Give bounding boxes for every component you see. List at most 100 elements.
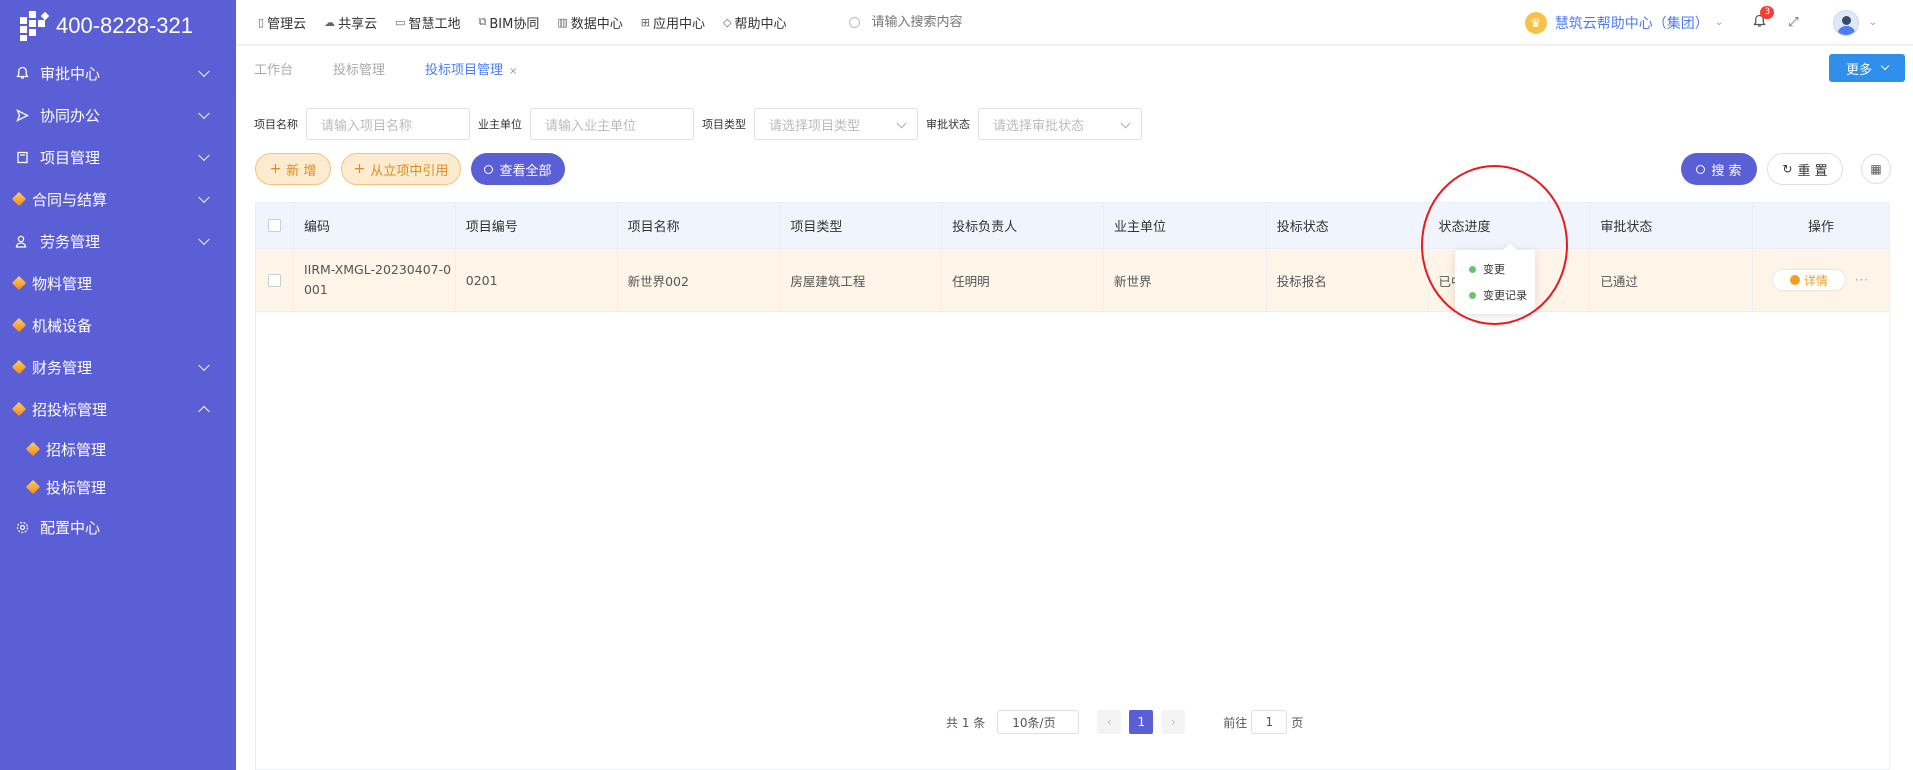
page-number-current[interactable]: 1 [1129,710,1154,734]
col-bid-status: 投标状态 [1267,203,1429,248]
gem-icon [11,275,27,291]
fullscreen-icon[interactable]: ⤢ [1788,15,1798,30]
topnav-app-center[interactable]: ⊞ 应用中心 [641,13,705,32]
goto-label: 前往 [1223,715,1248,730]
plus-icon: + [353,161,366,177]
notification-badge: 3 [1760,5,1775,19]
sidebar-item-equipment[interactable]: 机械设备 [0,304,236,346]
row-select-cell [256,249,294,311]
topnav-share-cloud[interactable]: ☁ 共享云 [324,13,377,32]
topnav-help-center[interactable]: ◇ 帮助中心 [723,13,786,32]
avatar[interactable] [1832,9,1859,36]
sidebar-item-bidding[interactable]: 招投标管理 [0,388,236,430]
project-name-input[interactable]: 请输入项目名称 [306,108,470,140]
data-table: 编码 项目编号 项目名称 项目类型 投标负责人 业主单位 投标状态 状态进度 审… [255,202,1890,770]
topnav-smart-site[interactable]: ▭ 智慧工地 [395,13,460,32]
crown-icon: ♛ [1524,11,1547,34]
more-actions-icon[interactable]: ··· [1855,273,1869,287]
notification-bell[interactable]: 3 [1753,5,1775,32]
tabs-bar: 工作台 投标管理 投标项目管理 × 更多 [236,46,1913,90]
gem-icon [11,191,27,207]
col-code: 编码 [294,203,456,248]
search-button[interactable]: 搜 索 [1681,153,1757,185]
topnav-bim[interactable]: ⧉ BIM协同 [479,13,540,32]
cell-manager: 任明明 [942,249,1104,311]
project-type-select[interactable]: 请选择项目类型 [754,108,918,140]
tab-bid-management[interactable]: 投标管理 [333,59,385,78]
chevron-down-icon [198,359,210,372]
sidebar-subitem-bid[interactable]: 投标管理 [0,468,236,506]
plus-icon: + [269,161,282,177]
logo-phone: 400-8228-321 [56,13,194,38]
reset-button[interactable]: ↻ 重 置 [1767,153,1843,185]
gem-icon [11,359,27,375]
col-type: 项目类型 [780,203,943,248]
page-unit-label: 页 [1291,715,1304,730]
cell-approval: 已通过 [1590,249,1754,311]
global-search-input[interactable] [871,14,1112,30]
grid-icon: ▦ [1870,162,1882,176]
logo-icon [20,11,52,41]
search-icon [484,164,494,174]
chevron-down-icon: ⌄ [1714,17,1724,28]
topnav-management-cloud[interactable]: ▯ 管理云 [258,13,306,32]
sidebar-item-config[interactable]: 配置中心 [0,506,236,548]
chevron-down-icon [198,149,210,162]
tab-workbench[interactable]: 工作台 [254,59,293,78]
topnav-data-center[interactable]: ▥ 数据中心 [557,13,622,32]
main-content: 项目名称 请输入项目名称 业主单位 请输入业主单位 项目类型 请选择项目类型 审… [236,90,1913,770]
add-button[interactable]: + 新 增 [255,153,331,185]
import-from-project-button[interactable]: + 从立项中引用 [341,153,461,185]
chevron-down-icon [1880,61,1890,71]
help-center-link[interactable]: 慧筑云帮助中心（集团） ⌄ [1555,13,1723,33]
doc-icon: ▯ [258,15,265,29]
top-nav: ▯ 管理云 ☁ 共享云 ▭ 智慧工地 ⧉ BIM协同 ▥ 数据中心 ⊞ 应用中心 ◇ 帮助中心 [236,13,805,32]
detail-button[interactable]: 详情 [1772,270,1845,290]
sidebar-item-contract[interactable]: 合同与结算 [0,178,236,220]
search-icon [848,16,860,28]
filter-label-owner-unit: 业主单位 [478,118,522,131]
sidebar-item-finance[interactable]: 财务管理 [0,346,236,388]
col-number: 项目编号 [456,203,618,248]
chevron-down-icon[interactable]: ⌄ [1869,17,1877,28]
grid-icon: ⊞ [640,15,650,29]
chevron-down-icon [198,65,210,78]
select-all-checkbox[interactable] [268,219,281,232]
col-manager: 投标负责人 [942,203,1104,248]
sidebar-subitem-tender[interactable]: 招标管理 [0,430,236,468]
cell-owner: 新世界 [1104,249,1267,311]
sidebar-item-approval[interactable]: 审批中心 [0,52,236,94]
chevron-down-icon [198,107,210,120]
prev-page-button[interactable]: ‹ [1097,710,1122,734]
row-checkbox[interactable] [268,273,281,287]
window-icon: ⧉ [478,15,487,28]
global-search[interactable] [848,14,1149,30]
table-row[interactable]: IIRM-XMGL-20230407-0 001 0201 新世界002 房屋建… [256,249,1889,312]
owner-unit-input[interactable]: 请输入业主单位 [530,108,694,140]
sidebar-item-project[interactable]: 项目管理 [0,136,236,178]
sidebar-item-material[interactable]: 物料管理 [0,262,236,304]
gem-icon [25,479,41,495]
more-circle-icon [1789,275,1800,285]
next-page-button[interactable]: › [1161,710,1186,734]
sidebar-item-collab[interactable]: 协同办公 [0,94,236,136]
page-size-select[interactable]: 10条/页 [997,710,1080,734]
table-header: 编码 项目编号 项目名称 项目类型 投标负责人 业主单位 投标状态 状态进度 审… [256,203,1889,249]
action-bar: + 新 增 + 从立项中引用 查看全部 [255,153,575,185]
chevron-down-icon [1120,118,1131,129]
close-icon[interactable]: × [509,66,517,77]
more-button[interactable]: 更多 [1829,54,1905,82]
approval-status-select[interactable]: 请选择审批状态 [978,108,1142,140]
logo[interactable]: 400-8228-321 [0,0,236,52]
cell-number: 0201 [456,249,618,311]
chevron-down-icon [198,191,210,204]
send-icon [14,107,30,123]
sidebar-item-labor[interactable]: 劳务管理 [0,220,236,262]
column-settings-button[interactable]: ▦ [1861,154,1891,184]
gem-icon [11,317,27,333]
book-icon [14,149,30,165]
goto-page-input[interactable]: 1 [1251,710,1288,734]
bar-chart-icon: ▥ [557,15,568,29]
tab-bid-project-management[interactable]: 投标项目管理 × [425,59,517,78]
view-all-button[interactable]: 查看全部 [471,153,565,185]
